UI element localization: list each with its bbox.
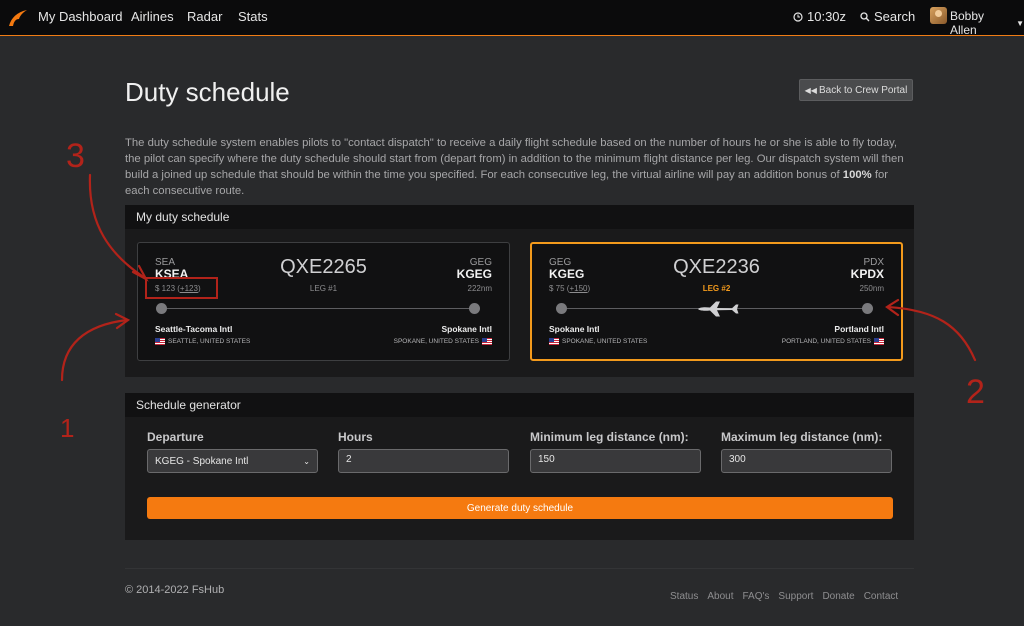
leg-card-1[interactable]: SEA KSEA GEG KGEG QXE2265 LEG #1 $ 123 (… <box>137 242 510 361</box>
leg1-arr-dot <box>469 303 480 314</box>
clock: 10:30z <box>793 9 846 24</box>
us-flag-icon <box>482 338 492 345</box>
fshub-logo-icon[interactable] <box>8 9 28 27</box>
chevron-down-icon: ⌄ <box>303 456 310 466</box>
search-link[interactable]: Search <box>860 9 915 24</box>
nav-stats[interactable]: Stats <box>238 9 268 24</box>
generate-duty-schedule-button[interactable]: Generate duty schedule <box>147 497 893 519</box>
min-distance-label: Minimum leg distance (nm): <box>530 430 689 444</box>
footer-links: Status About FAQ's Support Donate Contac… <box>670 591 898 602</box>
caret-down-icon: ▼ <box>1016 18 1024 28</box>
leg1-arr-name: Spokane Intl <box>441 324 492 334</box>
leg2-dep-location: SPOKANE, UNITED STATES <box>549 338 647 345</box>
back-button-label: Back to Crew Portal <box>818 84 908 96</box>
hours-label: Hours <box>338 430 373 444</box>
footer-divider <box>125 568 914 569</box>
leg2-arr-location: PORTLAND, UNITED STATES <box>782 338 884 345</box>
leg2-arr-name: Portland Intl <box>834 324 884 334</box>
annotation-number-1: 1 <box>60 413 74 443</box>
leg1-dep-location: SEATTLE, UNITED STATES <box>155 338 250 345</box>
leg2-dep-name: Spokane Intl <box>549 324 600 334</box>
page-title: Duty schedule <box>125 77 290 107</box>
leg2-distance: 250nm <box>859 284 884 293</box>
us-flag-icon <box>549 338 559 345</box>
leg1-dep-dot <box>156 303 167 314</box>
footer-link-status[interactable]: Status <box>670 591 698 602</box>
us-flag-icon <box>874 338 884 345</box>
duty-schedule-title: My duty schedule <box>125 205 914 229</box>
nav-my-dashboard[interactable]: My Dashboard <box>38 9 123 24</box>
annotation-number-2: 2 <box>966 373 985 411</box>
copyright: © 2014-2022 FsHub <box>125 584 225 596</box>
intro-text: The duty schedule system enables pilots … <box>125 135 910 199</box>
leg1-flight-number: QXE2265 <box>280 256 367 278</box>
annotation-number-3: 3 <box>66 137 85 175</box>
leg1-distance: 222nm <box>467 284 492 293</box>
clock-icon <box>793 11 803 22</box>
hours-input[interactable]: 2 <box>338 449 509 473</box>
leg2-price-close: ) <box>587 284 591 293</box>
user-menu[interactable]: Bobby Allen ▼ <box>950 9 1024 37</box>
leg2-dep-loc-text: SPOKANE, UNITED STATES <box>562 338 648 345</box>
departure-label: Departure <box>147 430 204 444</box>
schedule-generator-title: Schedule generator <box>125 393 914 417</box>
leg1-dep-name: Seattle-Tacoma Intl <box>155 324 233 334</box>
footer-link-donate[interactable]: Donate <box>822 591 854 602</box>
search-label: Search <box>874 9 916 24</box>
annotation-highlight-box <box>145 277 218 299</box>
leg1-arr-location: SPOKANE, UNITED STATES <box>394 338 492 345</box>
footer-link-about[interactable]: About <box>707 591 733 602</box>
leg2-price: $ 75 (+150) <box>549 284 590 293</box>
leg1-route-line <box>163 308 475 309</box>
leg2-flight-number: QXE2236 <box>673 256 760 278</box>
leg2-arr-dot <box>862 303 873 314</box>
footer-link-support[interactable]: Support <box>778 591 813 602</box>
max-distance-label: Maximum leg distance (nm): <box>721 430 883 444</box>
airplane-icon <box>698 301 739 317</box>
leg1-arr-loc-text: SPOKANE, UNITED STATES <box>393 338 479 345</box>
intro-bonus-pct: 100% <box>842 169 872 181</box>
backward-icon: ◀◀ <box>804 85 817 95</box>
us-flag-icon <box>155 338 165 345</box>
min-distance-input[interactable]: 150 <box>530 449 701 473</box>
leg2-arr-loc-text: PORTLAND, UNITED STATES <box>781 338 871 345</box>
intro-text-part1: The duty schedule system enables pilots … <box>125 137 904 181</box>
clock-time: 10:30z <box>807 9 847 24</box>
departure-select[interactable]: KGEG - Spokane Intl ⌄ <box>147 449 318 473</box>
footer-link-contact[interactable]: Contact <box>864 591 898 602</box>
leg2-dep-dot <box>556 303 567 314</box>
departure-select-value: KGEG - Spokane Intl <box>155 455 249 467</box>
user-name: Bobby Allen <box>950 9 985 37</box>
search-icon <box>860 11 870 21</box>
leg-card-2[interactable]: GEG KGEG PDX KPDX QXE2236 LEG #2 $ 75 (+… <box>530 242 903 361</box>
leg2-bonus: +150 <box>569 284 588 293</box>
nav-radar[interactable]: Radar <box>187 9 222 24</box>
footer-link-faqs[interactable]: FAQ's <box>743 591 770 602</box>
max-distance-input[interactable]: 300 <box>721 449 892 473</box>
back-to-crew-portal-button[interactable]: ◀◀ Back to Crew Portal <box>799 79 913 101</box>
top-navbar: My Dashboard Airlines Radar Stats 10:30z… <box>0 0 1024 37</box>
nav-airlines[interactable]: Airlines <box>131 9 174 24</box>
user-avatar[interactable] <box>930 7 947 24</box>
leg2-price-value: $ 75 ( <box>549 284 570 293</box>
leg1-dep-loc-text: SEATTLE, UNITED STATES <box>168 338 251 345</box>
